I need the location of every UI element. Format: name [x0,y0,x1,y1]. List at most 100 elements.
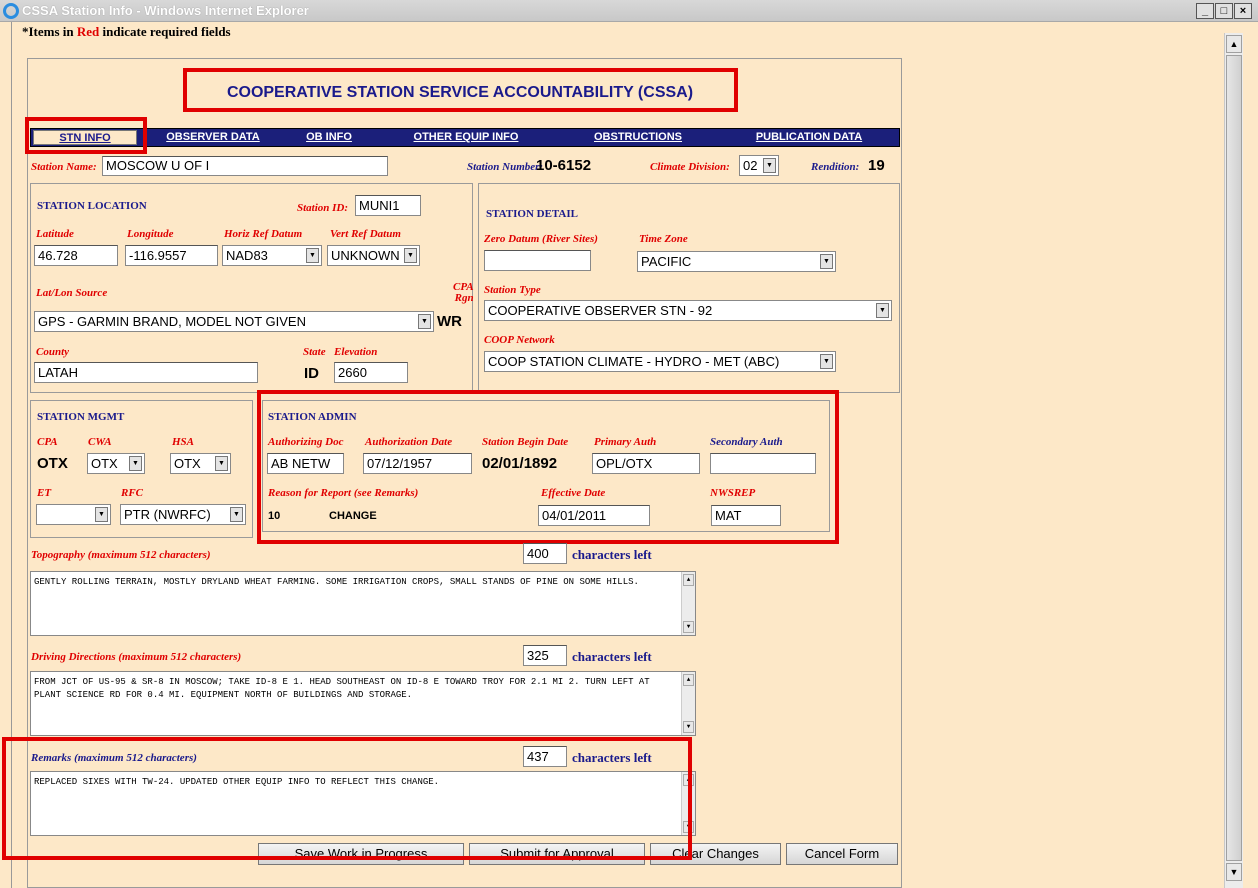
horiz-datum-label: Horiz Ref Datum [224,228,303,240]
scroll-down-icon[interactable]: ▼ [1226,863,1242,881]
tab-observer-data[interactable]: OBSERVER DATA [143,130,283,145]
window-title: CSSA Station Info - Windows Internet Exp… [22,3,309,18]
highlight-box-stn-info [25,117,147,154]
authorizing-doc-field[interactable]: AB NETW [267,453,344,474]
chevron-down-icon: ▼ [876,303,889,318]
chevron-down-icon: ▼ [820,354,833,369]
nwsrep-field[interactable]: MAT [711,505,781,526]
station-name-field[interactable]: MOSCOW U OF I [102,156,388,176]
chevron-down-icon: ▼ [404,248,417,263]
station-id-field[interactable]: MUNI1 [355,195,421,216]
tab-ob-info[interactable]: OB INFO [289,130,369,145]
station-location-heading: STATION LOCATION [37,200,147,212]
chevron-down-icon: ▼ [763,158,776,173]
topography-textarea[interactable]: GENTLY ROLLING TERRAIN, MOSTLY DRYLAND W… [30,571,696,636]
scroll-up-icon[interactable]: ▲ [683,674,694,686]
hsa-label: HSA [172,436,195,448]
page-scrollbar[interactable]: ▲ ▼ [1224,33,1243,888]
tab-obstructions[interactable]: OBSTRUCTIONS [562,130,714,145]
station-number-value: 10-6152 [536,157,592,174]
chevron-down-icon: ▼ [306,248,319,263]
chevron-down-icon: ▼ [820,254,833,269]
directions-count-field: 325 [523,645,567,666]
maximize-icon[interactable]: □ [1215,3,1233,19]
state-value: ID [304,365,319,382]
nwsrep-label: NWSREP [710,487,756,499]
county-label: County [36,346,70,358]
station-type-select[interactable]: COOPERATIVE OBSERVER STN - 92 ▼ [484,300,892,321]
climate-division-label: Climate Division: [650,161,730,173]
tab-other-equip-info[interactable]: OTHER EQUIP INFO [374,130,558,145]
coop-network-label: COOP Network [484,334,555,346]
rfc-select[interactable]: PTR (NWRFC) ▼ [120,504,246,525]
required-fields-notice: *Items in Red indicate required fields [22,24,231,39]
longitude-field[interactable]: -116.9557 [125,245,218,266]
reason-text: CHANGE [329,510,377,522]
authorizing-doc-label: Authorizing Doc [268,436,344,448]
latitude-label: Latitude [36,228,74,240]
cancel-form-button[interactable]: Cancel Form [786,843,898,865]
zero-datum-field[interactable] [484,250,591,271]
latlon-source-label: Lat/Lon Source [36,287,108,299]
effective-date-field[interactable]: 04/01/2011 [538,505,650,526]
station-detail-heading: STATION DETAIL [486,208,578,220]
textarea-scrollbar[interactable]: ▲ ▼ [681,672,695,735]
topography-label: Topography (maximum 512 characters) [31,549,211,561]
chevron-down-icon: ▼ [230,507,243,522]
coop-network-select[interactable]: COOP STATION CLIMATE - HYDRO - MET (ABC)… [484,351,836,372]
primary-auth-label: Primary Auth [594,436,657,448]
time-zone-select[interactable]: PACIFIC ▼ [637,251,836,272]
time-zone-label: Time Zone [639,233,688,245]
close-icon[interactable]: × [1234,3,1252,19]
secondary-auth-label: Secondary Auth [710,436,783,448]
highlight-box-remarks [2,737,692,860]
horiz-datum-select[interactable]: NAD83 ▼ [222,245,322,266]
topography-count-field: 400 [523,543,567,564]
elevation-field[interactable]: 2660 [334,362,408,383]
scroll-down-icon[interactable]: ▼ [683,621,694,633]
et-select[interactable]: ▼ [36,504,111,525]
latlon-source-select[interactable]: GPS - GARMIN BRAND, MODEL NOT GIVEN ▼ [34,311,434,332]
directions-label: Driving Directions (maximum 512 characte… [31,651,242,663]
secondary-auth-field[interactable] [710,453,816,474]
directions-textarea[interactable]: FROM JCT OF US-95 & SR-8 IN MOSCOW; TAKE… [30,671,696,736]
tab-publication-data[interactable]: PUBLICATION DATA [720,130,898,145]
rendition-label: Rendition: [811,161,860,173]
scroll-up-icon[interactable]: ▲ [1226,35,1242,53]
longitude-label: Longitude [127,228,174,240]
cwa-label: CWA [88,436,112,448]
vert-datum-label: Vert Ref Datum [330,228,401,240]
authorization-date-field[interactable]: 07/12/1957 [363,453,472,474]
minimize-icon[interactable]: _ [1196,3,1214,19]
internet-explorer-icon [3,3,19,19]
directions-count-label: characters left [572,649,652,664]
station-number-label: Station Number: [467,161,544,173]
scroll-down-icon[interactable]: ▼ [683,721,694,733]
zero-datum-label: Zero Datum (River Sites) [484,233,598,245]
reason-code: 10 [268,510,281,522]
state-label: State [303,346,326,358]
cpa-rgn-label: CPA Rgn [453,281,474,304]
hsa-select[interactable]: OTX ▼ [170,453,231,474]
station-begin-date-value: 02/01/1892 [482,455,558,472]
scroll-thumb[interactable] [1226,55,1242,861]
county-field[interactable]: LATAH [34,362,258,383]
station-mgmt-heading: STATION MGMT [37,411,125,423]
chevron-down-icon: ▼ [418,314,431,329]
scroll-up-icon[interactable]: ▲ [683,574,694,586]
climate-division-select[interactable]: 02 ▼ [739,155,779,176]
station-name-label: Station Name: [31,161,97,173]
reason-for-report-label: Reason for Report (see Remarks) [268,487,419,499]
rfc-label: RFC [121,487,144,499]
primary-auth-field[interactable]: OPL/OTX [592,453,700,474]
textarea-scrollbar[interactable]: ▲ ▼ [681,572,695,635]
vert-datum-select[interactable]: UNKNOWN ▼ [327,245,420,266]
station-type-label: Station Type [484,284,541,296]
latitude-field[interactable]: 46.728 [34,245,118,266]
cpa-value: OTX [37,455,68,472]
station-begin-date-label: Station Begin Date [482,436,569,448]
et-label: ET [37,487,52,499]
directions-text: FROM JCT OF US-95 & SR-8 IN MOSCOW; TAKE… [34,677,650,700]
chevron-down-icon: ▼ [95,507,108,522]
cwa-select[interactable]: OTX ▼ [87,453,145,474]
